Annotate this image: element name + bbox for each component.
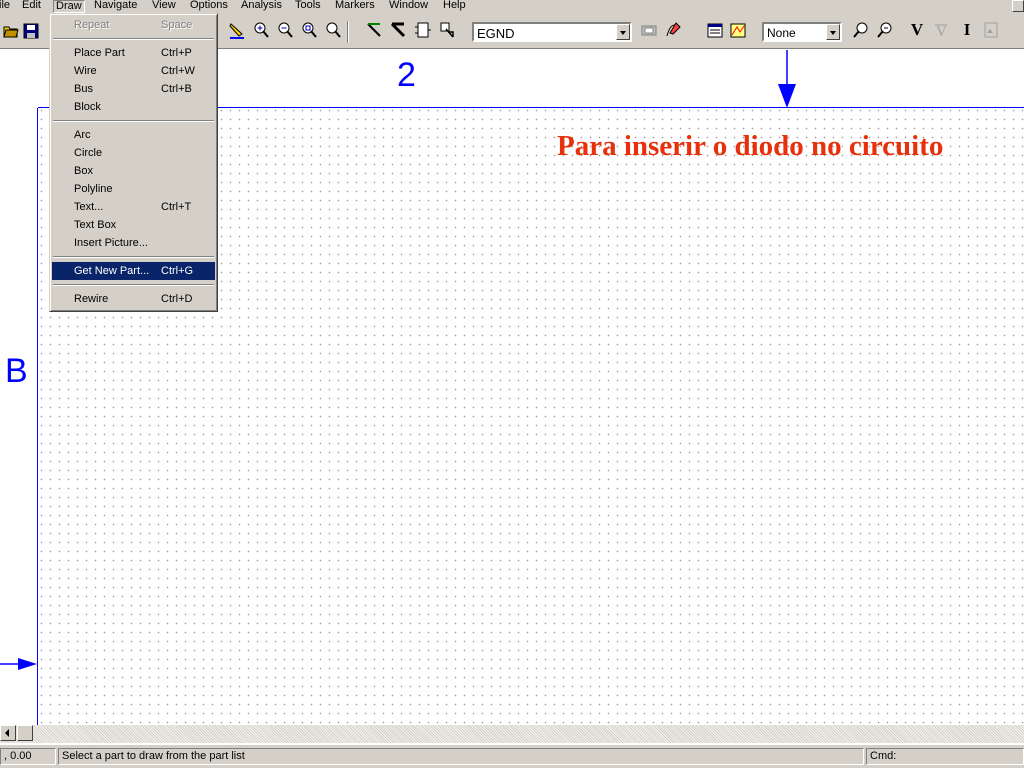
menu-bar: ile Edit Draw Navigate View Options Anal… (0, 0, 1024, 13)
instruction-annotation: Para inserir o diodo no circuito (557, 130, 944, 162)
zoom-area-icon[interactable] (300, 20, 318, 40)
zoom-level-combo[interactable]: None (762, 22, 842, 42)
part-combo-value: EGND (477, 26, 515, 41)
get-part-icon[interactable] (438, 20, 456, 40)
find-icon[interactable] (852, 20, 870, 40)
menu-window[interactable]: Window (389, 0, 428, 13)
menu-draw[interactable]: Draw (53, 0, 85, 13)
voltage-diff-icon[interactable]: V (932, 20, 950, 40)
status-message: Select a part to draw from the part list (58, 748, 864, 765)
menu-item-polyline[interactable]: Polyline (52, 180, 215, 198)
zone-row-label: B (5, 352, 28, 390)
toolbar-separator (347, 21, 349, 43)
page-border-left (37, 108, 38, 725)
simulate-icon[interactable] (664, 20, 682, 40)
menu-item-wire[interactable]: Wire Ctrl+W (52, 62, 215, 80)
svg-text:V: V (936, 24, 947, 40)
zoom-out-icon[interactable] (276, 20, 294, 40)
down-arrow-icon (778, 50, 796, 108)
menu-item-text-box[interactable]: Text Box (52, 216, 215, 234)
menu-item-block[interactable]: Block (52, 98, 215, 116)
menu-item-rewire[interactable]: Rewire Ctrl+D (52, 290, 215, 308)
menu-edit[interactable]: Edit (22, 0, 41, 13)
setup-icon[interactable] (706, 20, 724, 40)
probe-icon[interactable] (729, 20, 747, 40)
menu-options[interactable]: Options (190, 0, 228, 13)
bus-icon[interactable] (390, 20, 408, 40)
scroll-left-button[interactable] (0, 725, 16, 741)
menu-item-arc[interactable]: Arc (52, 126, 215, 144)
menu-tools[interactable]: Tools (295, 0, 321, 13)
current-marker-button[interactable]: I (958, 20, 976, 40)
save-icon[interactable] (22, 20, 40, 40)
menu-separator (53, 284, 214, 286)
block-icon[interactable] (414, 20, 432, 40)
menu-analysis[interactable]: Analysis (241, 0, 282, 13)
pencil-icon[interactable] (228, 20, 246, 40)
status-coordinates: , 0.00 (0, 748, 56, 765)
chevron-down-icon[interactable] (826, 24, 840, 40)
right-arrow-icon (0, 658, 37, 670)
find-next-icon[interactable] (876, 20, 894, 40)
menu-markers[interactable]: Markers (335, 0, 375, 13)
menu-item-insert-picture[interactable]: Insert Picture... (52, 234, 215, 252)
voltage-marker-button[interactable]: V (908, 20, 926, 40)
menu-item-circle[interactable]: Circle (52, 144, 215, 162)
menu-navigate[interactable]: Navigate (94, 0, 137, 13)
menu-item-get-new-part[interactable]: Get New Part... Ctrl+G (52, 262, 215, 280)
zoom-all-icon[interactable] (324, 20, 342, 40)
zoom-level-value: None (767, 26, 796, 40)
minimize-button[interactable] (1012, 0, 1024, 12)
part-combo[interactable]: EGND (472, 22, 632, 42)
menu-view[interactable]: View (152, 0, 176, 13)
enable-bias-icon[interactable] (982, 20, 1000, 40)
menu-item-box[interactable]: Box (52, 162, 215, 180)
draw-menu-dropdown: Repeat Space Place Part Ctrl+P Wire Ctrl… (49, 13, 218, 312)
menu-item-repeat[interactable]: Repeat Space (52, 16, 215, 34)
chevron-down-icon[interactable] (616, 24, 630, 40)
menu-item-bus[interactable]: Bus Ctrl+B (52, 80, 215, 98)
horizontal-scrollbar[interactable] (0, 725, 1024, 743)
status-bar: , 0.00 Select a part to draw from the pa… (0, 744, 1024, 768)
menu-separator (53, 256, 214, 258)
menu-item-place-part[interactable]: Place Part Ctrl+P (52, 44, 215, 62)
scroll-thumb[interactable] (17, 725, 33, 741)
zone-column-label: 2 (397, 56, 416, 94)
menu-separator (53, 120, 214, 122)
netlist-icon[interactable] (640, 20, 658, 40)
menu-item-text[interactable]: Text... Ctrl+T (52, 198, 215, 216)
wire-icon[interactable] (366, 20, 384, 40)
zoom-in-icon[interactable] (252, 20, 270, 40)
open-icon[interactable] (2, 20, 20, 40)
status-command[interactable]: Cmd: (866, 748, 1024, 765)
menu-file[interactable]: ile (0, 0, 10, 13)
menu-separator (53, 38, 214, 40)
menu-help[interactable]: Help (443, 0, 466, 13)
